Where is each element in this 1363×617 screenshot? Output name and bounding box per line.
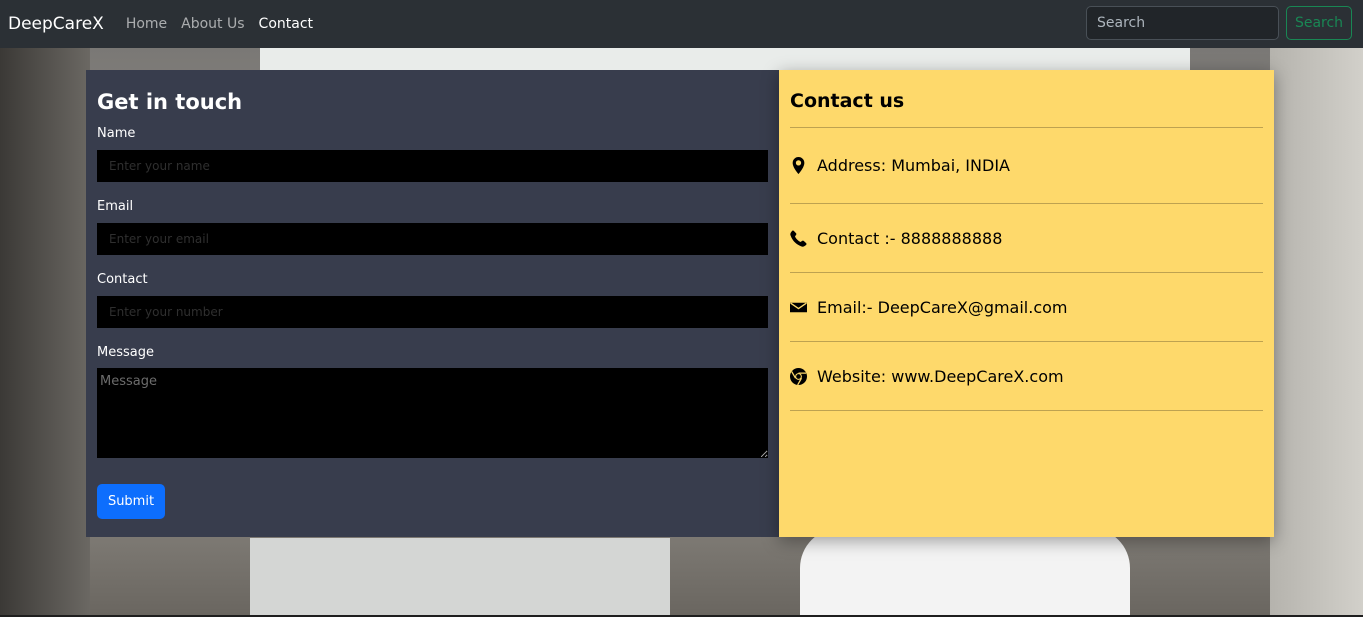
contact-number-field[interactable]	[97, 296, 768, 328]
name-label: Name	[97, 126, 136, 141]
address-text: Address: Mumbai, INDIA	[817, 156, 1010, 175]
phone-icon	[790, 230, 807, 247]
location-pin-icon	[792, 157, 805, 174]
contact-email-row: Email:- DeepCareX@gmail.com	[790, 273, 1263, 341]
divider	[790, 410, 1263, 411]
background-shelf	[0, 48, 90, 615]
contact-label: Contact	[97, 272, 148, 287]
form-title: Get in touch	[97, 90, 243, 114]
brand-logo[interactable]: DeepCareX	[8, 14, 104, 34]
chrome-icon	[790, 367, 807, 385]
email-field[interactable]	[97, 223, 768, 255]
message-label: Message	[97, 345, 154, 360]
contact-address-row: Address: Mumbai, INDIA	[790, 128, 1263, 203]
submit-button[interactable]: Submit	[97, 484, 165, 519]
nav-link-about-us[interactable]: About Us	[181, 16, 244, 32]
contact-info-panel: Contact us Address: Mumbai, INDIA Contac…	[779, 70, 1274, 537]
message-textarea[interactable]	[97, 368, 768, 458]
contact-title: Contact us	[790, 90, 905, 112]
phone-text: Contact :- 8888888888	[817, 228, 1003, 248]
envelope-icon	[790, 301, 807, 312]
contact-phone-row: Contact :- 8888888888	[790, 204, 1263, 272]
email-text: Email:- DeepCareX@gmail.com	[817, 297, 1068, 317]
contact-website-row: Website: www.DeepCareX.com	[790, 342, 1263, 410]
nav-link-home[interactable]: Home	[126, 16, 167, 32]
background-coat-rack	[1270, 48, 1363, 615]
name-field[interactable]	[97, 150, 768, 182]
search-form: Search	[1086, 6, 1352, 40]
nav-link-contact[interactable]: Contact	[259, 16, 313, 32]
contact-form-panel: Get in touch Name Email Contact Message …	[86, 70, 779, 537]
website-text: Website: www.DeepCareX.com	[817, 366, 1064, 386]
search-input[interactable]	[1086, 6, 1279, 40]
navbar: DeepCareX Home About Us Contact Search	[0, 0, 1363, 48]
search-button[interactable]: Search	[1286, 6, 1352, 40]
background-person	[800, 528, 1130, 615]
background-window-pane	[250, 538, 670, 615]
email-label: Email	[97, 199, 134, 214]
